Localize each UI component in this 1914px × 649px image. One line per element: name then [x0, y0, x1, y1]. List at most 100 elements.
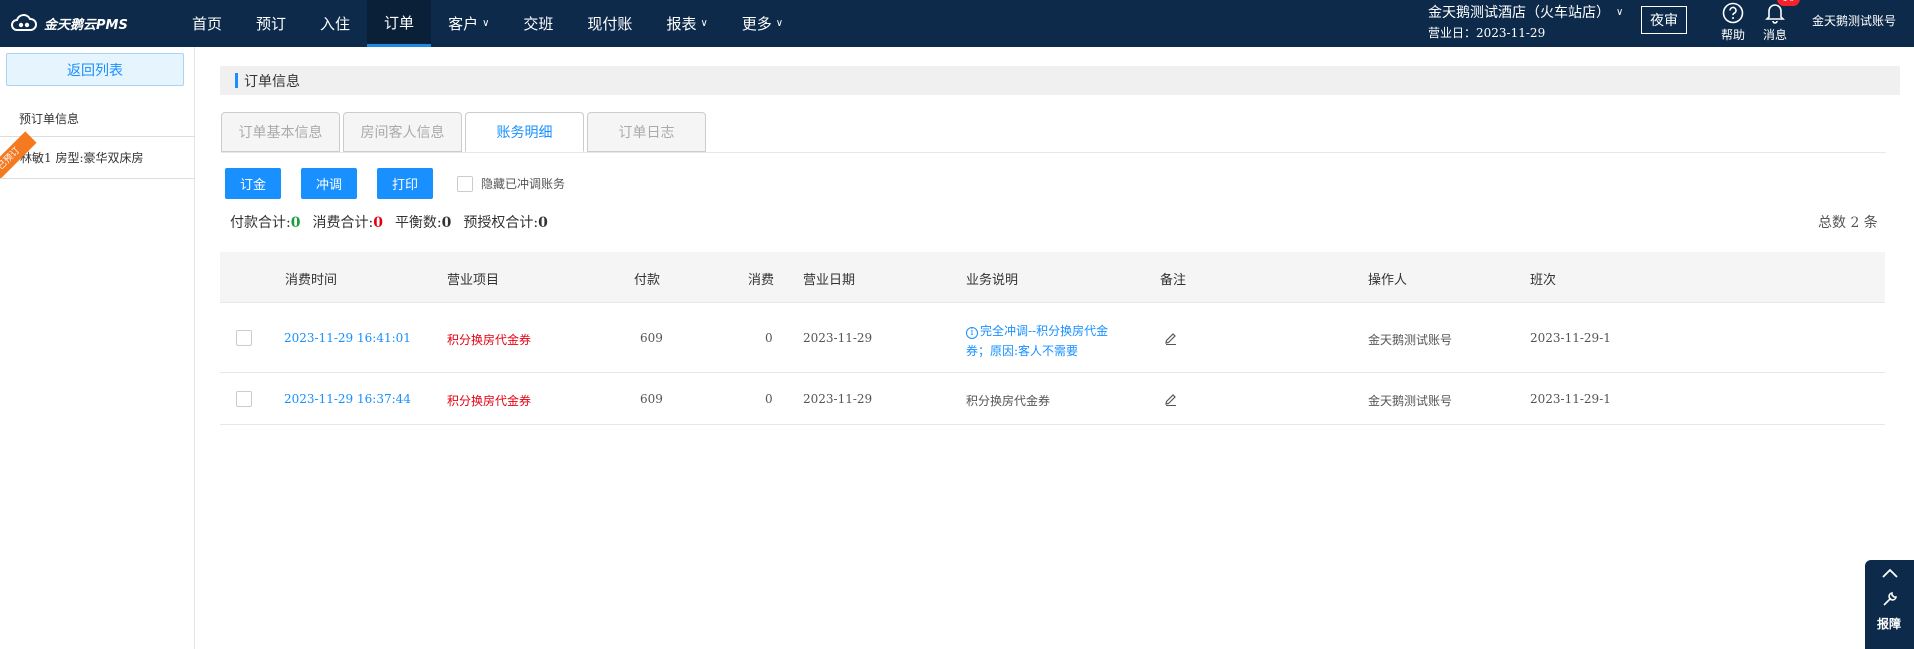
nav-label: 更多	[741, 15, 772, 33]
tab-room-guest-info[interactable]: 房间客人信息	[343, 112, 462, 152]
nav-cash-account[interactable]: 现付账	[570, 0, 649, 47]
col-header-payment[interactable]: 付款	[634, 269, 660, 288]
back-to-list-button[interactable]: 返回列表	[6, 53, 184, 86]
sidebar-section-title: 预订单信息	[19, 112, 80, 126]
col-header-date[interactable]: 营业日期	[803, 269, 855, 288]
info-icon: i	[966, 327, 978, 339]
hide-adjusted-checkbox[interactable]	[457, 175, 473, 192]
col-header-time[interactable]: 消费时间	[285, 269, 337, 288]
chevron-down-icon: ∨	[482, 18, 490, 29]
adjust-button[interactable]: 冲调	[301, 168, 357, 199]
tab-order-basic-info[interactable]: 订单基本信息	[221, 112, 340, 152]
hotel-name: 金天鹅测试酒店（火车站店）	[1428, 5, 1610, 21]
sidebar: 返回列表 预订单信息 林敏1 房型:豪华双床房 已预订	[0, 47, 195, 649]
business-date-label: 营业日：	[1428, 26, 1477, 40]
row-item: 积分换房代金券	[447, 333, 532, 347]
nav-checkin[interactable]: 入住	[303, 0, 367, 47]
row-operator: 金天鹅测试账号	[1368, 333, 1453, 347]
order-tabs: 订单基本信息 房间客人信息 账务明细 订单日志	[221, 112, 706, 153]
row-date: 2023-11-29	[803, 331, 873, 345]
row-payment: 609	[640, 331, 663, 345]
row-consume: 0	[765, 331, 773, 345]
floating-toolbar: 报障	[1865, 560, 1914, 649]
row-payment: 609	[640, 392, 663, 406]
account-summary: 付款合计:0 消费合计:0 平衡数:0 预授权合计:0	[230, 212, 548, 232]
row-operator: 金天鹅测试账号	[1368, 394, 1453, 408]
total-count: 总数 2 条	[1818, 215, 1878, 231]
deposit-button[interactable]: 订金	[225, 168, 281, 199]
chevron-down-icon: ∨	[775, 18, 784, 29]
pay-total-value: 0	[290, 215, 301, 231]
main-nav: 首页 预订 入住 订单 客户 ∨ 交班 现付账 报表 ∨ 更多 ∨	[175, 0, 800, 47]
row-desc-line2: 券；原因:客人不需要	[966, 344, 1079, 358]
row-desc-line1: 完全冲调--积分换房代金	[980, 324, 1109, 338]
logo[interactable]: 金天鹅云PMS	[10, 12, 128, 34]
messages-label: 消息	[1762, 28, 1787, 42]
top-bar: 金天鹅云PMS 首页 预订 入住 订单 客户 ∨ 交班 现付账 报表 ∨ 更多 ∨ 金…	[0, 0, 1914, 47]
col-header-item[interactable]: 营业项目	[447, 269, 499, 288]
section-accent-bar	[235, 73, 238, 88]
nav-shift-handover[interactable]: 交班	[506, 0, 570, 47]
consume-total-value: 0	[373, 215, 383, 231]
row-time[interactable]: 2023-11-29 16:37:44	[284, 392, 411, 406]
col-header-note[interactable]: 备注	[1160, 269, 1186, 288]
message-count-badge: 10	[1777, 0, 1800, 6]
print-button[interactable]: 打印	[377, 168, 433, 199]
row-desc: 积分换房代金券	[966, 394, 1051, 408]
row-consume: 0	[765, 392, 773, 406]
night-audit-button[interactable]: 夜审	[1641, 6, 1687, 34]
row-item: 积分换房代金券	[447, 394, 532, 408]
business-date: 2023-11-29	[1476, 26, 1546, 40]
hide-adjusted-label: 隐藏已冲调账务	[481, 177, 566, 191]
tab-order-log[interactable]: 订单日志	[587, 112, 706, 152]
tab-underline	[221, 152, 1886, 153]
edit-icon[interactable]	[1164, 393, 1178, 407]
row-time[interactable]: 2023-11-29 16:41:01	[284, 331, 411, 345]
edit-icon[interactable]	[1164, 332, 1178, 346]
wrench-icon[interactable]	[1881, 590, 1899, 608]
nav-label: 客户	[448, 15, 479, 33]
chevron-up-icon[interactable]	[1881, 566, 1899, 580]
balance-value: 0	[441, 215, 452, 231]
preauth-total-label: 预授权合计:	[463, 215, 539, 231]
nav-label: 入住	[320, 15, 351, 33]
col-header-desc[interactable]: 业务说明	[966, 269, 1018, 288]
row-shift: 2023-11-29-1	[1530, 392, 1611, 406]
nav-label: 报表	[666, 15, 697, 33]
pay-total-label: 付款合计:	[230, 215, 291, 231]
col-header-consume[interactable]: 消费	[748, 269, 774, 288]
cloud-logo-icon	[11, 14, 37, 31]
col-header-operator[interactable]: 操作人	[1368, 269, 1407, 288]
nav-booking[interactable]: 预订	[239, 0, 303, 47]
preauth-total-value: 0	[538, 215, 548, 231]
hide-adjusted-toggle[interactable]: 隐藏已冲调账务	[457, 175, 565, 192]
row-desc[interactable]: i 完全冲调--积分换房代金 券；原因:客人不需要	[966, 321, 1108, 361]
consume-total-label: 消费合计:	[312, 215, 374, 231]
nav-reports[interactable]: 报表 ∨	[649, 0, 724, 47]
nav-more[interactable]: 更多 ∨	[725, 0, 800, 47]
nav-customers[interactable]: 客户 ∨	[431, 0, 506, 47]
row-date: 2023-11-29	[803, 392, 873, 406]
tab-account-details[interactable]: 账务明细	[465, 112, 584, 152]
chevron-down-icon: ∨	[1616, 6, 1624, 18]
nav-label: 交班	[523, 15, 554, 33]
nav-label: 首页	[192, 15, 223, 33]
nav-home[interactable]: 首页	[175, 0, 239, 47]
user-menu[interactable]: 金天鹅测试账号	[1812, 12, 1896, 29]
row-checkbox[interactable]	[236, 391, 252, 407]
hotel-selector[interactable]: 金天鹅测试酒店（火车站店） ∨ 营业日：2023-11-29	[1428, 2, 1623, 41]
col-header-shift[interactable]: 班次	[1530, 269, 1556, 288]
divider	[0, 178, 195, 179]
report-issue-button[interactable]: 报障	[1877, 615, 1901, 632]
section-title: 订单信息	[244, 74, 300, 90]
logo-text: 金天鹅云PMS	[44, 17, 128, 33]
nav-label: 现付账	[587, 15, 633, 33]
help-button[interactable]: 帮助	[1713, 0, 1753, 43]
row-shift: 2023-11-29-1	[1530, 331, 1611, 345]
balance-label: 平衡数:	[394, 215, 442, 231]
chevron-down-icon: ∨	[700, 18, 708, 29]
row-checkbox[interactable]	[236, 330, 252, 346]
messages-button[interactable]: 10 消息	[1755, 0, 1800, 43]
nav-orders[interactable]: 订单	[367, 0, 432, 47]
nav-label: 订单	[384, 13, 415, 32]
